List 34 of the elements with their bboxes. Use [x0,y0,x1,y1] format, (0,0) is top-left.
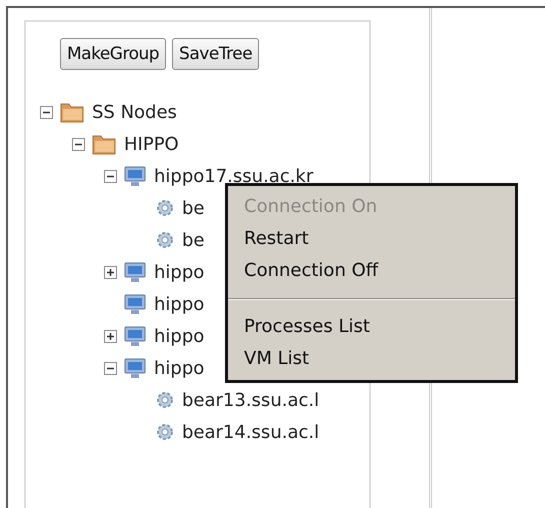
tree-node-label[interactable]: be [182,198,204,218]
collapse-icon[interactable] [72,138,85,150]
collapse-icon[interactable] [104,170,117,182]
computer-icon [124,261,146,283]
folder-icon [60,101,84,123]
tree-node-label[interactable]: bear13.ssu.ac.l [182,390,320,410]
menu-item[interactable]: Connection Off [228,256,515,288]
computer-icon [124,325,146,347]
tree-node-label[interactable]: be [182,230,204,250]
expand-icon[interactable] [104,330,117,342]
tree-node-label[interactable]: hippo [154,358,204,378]
expand-icon[interactable] [104,266,117,278]
menu-item[interactable]: Restart [228,224,515,256]
menu-item[interactable]: Processes List [228,312,515,344]
tree-node-label[interactable]: bear14.ssu.ac.l [182,422,320,442]
tree-node-label[interactable]: hippo [154,262,204,282]
gear-icon [156,199,174,217]
gear-icon [156,391,174,409]
collapse-icon[interactable] [40,106,53,118]
folder-icon [92,133,116,155]
gear-icon [156,423,174,441]
tree-node-label[interactable]: hippo [154,326,204,346]
computer-icon [124,165,146,187]
tree-node-label[interactable]: hippo [154,294,204,314]
computer-icon [124,357,146,379]
tree-node-label[interactable]: hippo17.ssu.ac.kr [154,166,314,186]
gear-icon [156,231,174,249]
menu-item[interactable]: VM List [228,344,515,376]
computer-icon [124,293,146,315]
tree-node-label[interactable]: SS Nodes [92,102,177,122]
collapse-icon[interactable] [104,362,117,374]
toolbar-button[interactable]: MakeGroup [60,38,166,70]
toolbar-button[interactable]: SaveTree [172,38,260,70]
tree-node-label[interactable]: HIPPO [124,134,179,154]
